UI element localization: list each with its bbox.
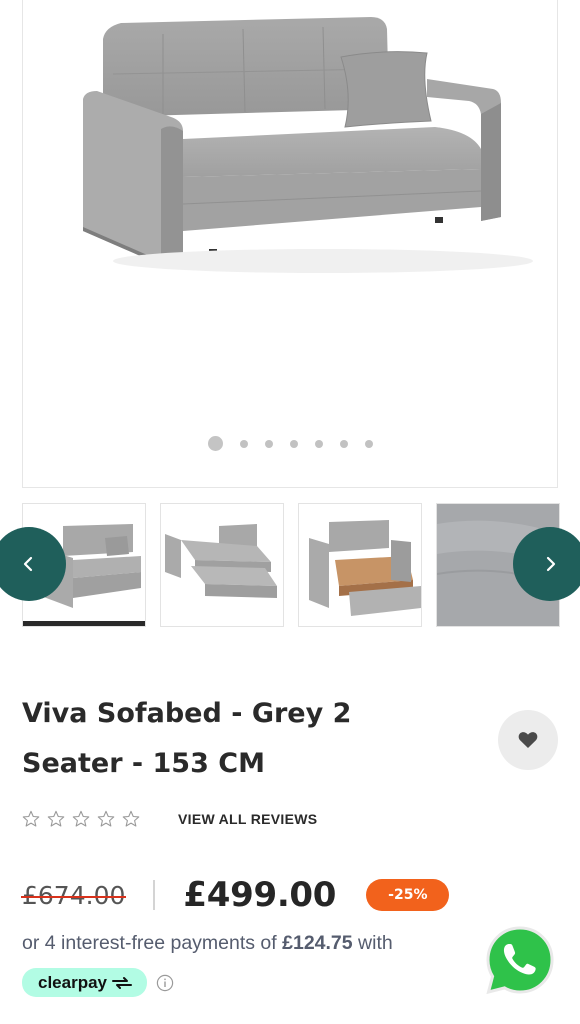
gallery-dot[interactable] xyxy=(314,439,323,448)
gallery-dot[interactable] xyxy=(339,439,348,448)
clearpay-arrows-icon xyxy=(112,976,132,989)
product-title-line2: Seater - 153 CM xyxy=(22,748,265,779)
star-rating[interactable] xyxy=(22,810,140,828)
installments-amount: £124.75 xyxy=(282,932,353,954)
gallery-dots xyxy=(23,436,557,451)
thumbnail-strip xyxy=(22,503,580,627)
chevron-left-icon xyxy=(23,556,33,572)
product-title: Viva Sofabed - Grey 2 Seater - 153 CM xyxy=(22,689,462,789)
gallery-dot[interactable] xyxy=(364,439,373,448)
info-icon[interactable] xyxy=(156,974,174,992)
view-all-reviews-link[interactable]: VIEW ALL REVIEWS xyxy=(178,811,317,827)
installments-prefix: or 4 interest-free payments of xyxy=(22,932,277,954)
gallery-dot[interactable] xyxy=(239,439,248,448)
star-outline-icon xyxy=(97,810,115,827)
price-row: £674.00 £499.00 -25% xyxy=(20,872,450,918)
star-outline-icon xyxy=(122,810,140,827)
thumbnail-storage-open[interactable] xyxy=(298,503,422,627)
chevron-right-icon xyxy=(546,556,556,572)
installments-text: or 4 interest-free payments of £124.75 w… xyxy=(22,930,482,956)
clearpay-row: clearpay xyxy=(22,968,174,997)
sale-price: £499.00 xyxy=(183,875,337,915)
product-title-line1: Viva Sofabed - Grey 2 xyxy=(22,698,352,729)
sofa-image xyxy=(83,17,533,273)
installments-suffix: with xyxy=(358,932,393,954)
heart-icon xyxy=(518,732,538,748)
star-outline-icon xyxy=(72,810,90,827)
clearpay-badge[interactable]: clearpay xyxy=(22,968,147,997)
original-price: £674.00 xyxy=(20,880,127,910)
gallery-next-button[interactable] xyxy=(513,527,580,601)
star-outline-icon xyxy=(47,810,65,827)
gallery-dot[interactable] xyxy=(264,439,273,448)
clearpay-label: clearpay xyxy=(38,972,107,992)
price-divider xyxy=(153,880,156,910)
whatsapp-icon[interactable] xyxy=(478,920,562,1004)
gallery-dot[interactable] xyxy=(289,439,298,448)
rating-row: VIEW ALL REVIEWS xyxy=(22,810,317,828)
main-product-image[interactable] xyxy=(22,0,558,488)
wishlist-button[interactable] xyxy=(498,710,558,770)
thumbnail-sofabed-open[interactable] xyxy=(160,503,284,627)
discount-badge: -25% xyxy=(366,879,450,911)
gallery-dot-active[interactable] xyxy=(207,436,223,451)
star-outline-icon xyxy=(22,810,40,827)
